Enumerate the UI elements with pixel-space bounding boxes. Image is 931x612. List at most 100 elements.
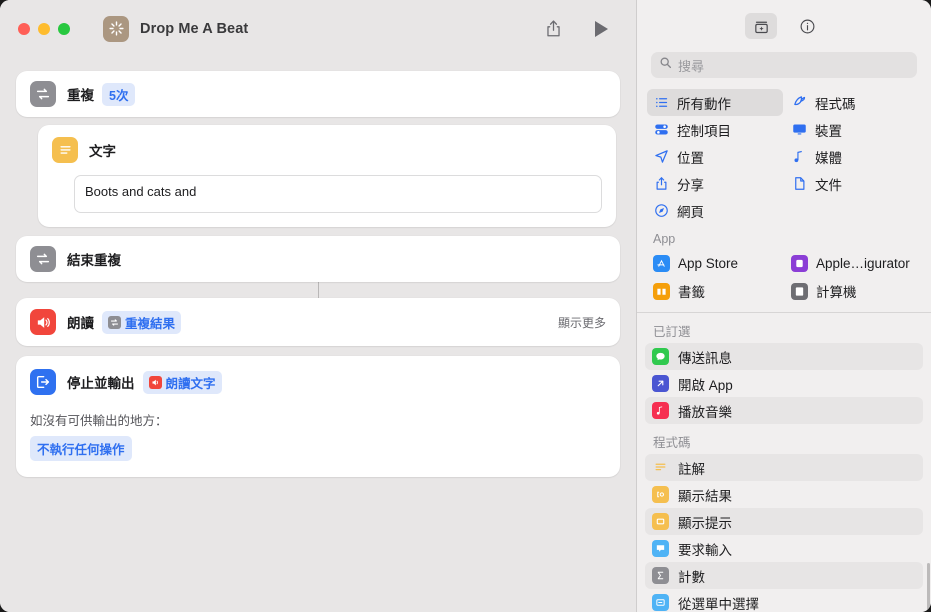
category-label: 位置 xyxy=(677,150,704,166)
category-label: 媒體 xyxy=(815,150,842,166)
repeat-icon xyxy=(108,315,121,329)
workflow-canvas: 重複 5次 文字 Boots and cats and 結束重複 朗讀 重複結果… xyxy=(0,57,636,612)
category-label: 網頁 xyxy=(677,204,704,220)
music-note-icon xyxy=(791,149,807,165)
shortcut-editor-pane: Drop Me A Beat 重複 5次 文字 Boots and cats a… xyxy=(0,0,636,612)
show-alert-icon xyxy=(652,513,669,530)
category-grid: 所有動作 程式碼 控制項目 裝置 位置 媒體 分享 文件 網頁 xyxy=(637,89,931,224)
repeat-count-token[interactable]: 5次 xyxy=(102,82,136,106)
category-label: 裝置 xyxy=(815,123,842,139)
share-icon xyxy=(653,176,669,192)
minimize-button[interactable] xyxy=(38,22,50,35)
category-documents[interactable]: 文件 xyxy=(785,170,921,197)
ask-input-icon xyxy=(652,540,669,557)
sidebar-scrollbar[interactable] xyxy=(926,563,930,612)
stop-output-icon xyxy=(30,369,56,395)
action-item-play-music[interactable]: 播放音樂 xyxy=(645,397,923,424)
action-end-repeat-title: 結束重複 xyxy=(67,253,121,268)
action-item-comment[interactable]: 註解 xyxy=(645,454,923,481)
action-repeat-title: 重複 xyxy=(67,88,94,103)
location-icon xyxy=(653,149,669,165)
text-icon xyxy=(52,137,78,163)
action-item-label: 顯示提示 xyxy=(678,515,732,531)
action-item-choose-from-menu[interactable]: 從選單中選擇 xyxy=(645,589,923,612)
speaker-icon xyxy=(30,309,56,335)
action-library-sidebar: 搜尋 所有動作 程式碼 控制項目 裝置 位置 媒體 分享 文件 網頁 App A… xyxy=(636,0,931,612)
action-speak-title: 朗讀 xyxy=(67,316,94,331)
music-app-icon xyxy=(652,402,669,419)
category-label: 所有動作 xyxy=(677,96,731,112)
app-item-app-store[interactable]: App Store xyxy=(647,249,783,277)
category-label: 程式碼 xyxy=(815,96,856,112)
action-item-send-message[interactable]: 傳送訊息 xyxy=(645,343,923,370)
speaker-icon xyxy=(148,375,162,389)
list-bullet-icon xyxy=(653,95,669,111)
share-button[interactable] xyxy=(538,16,568,42)
action-text[interactable]: 文字 Boots and cats and xyxy=(38,125,616,227)
app-item-calculator[interactable]: 計算機 xyxy=(785,277,921,305)
choose-menu-icon xyxy=(652,594,669,611)
category-scripting[interactable]: 程式碼 xyxy=(785,89,921,116)
count-icon xyxy=(652,567,669,584)
action-item-label: 開啟 App xyxy=(678,377,733,393)
app-item-label: App Store xyxy=(678,255,739,271)
app-grid: App Store Apple…igurator xyxy=(637,249,931,277)
zoom-button[interactable] xyxy=(58,22,70,35)
action-end-repeat[interactable]: 結束重複 xyxy=(16,236,620,282)
category-location[interactable]: 位置 xyxy=(647,143,783,170)
close-button[interactable] xyxy=(18,22,30,35)
run-button[interactable] xyxy=(586,16,616,42)
app-section-title: App xyxy=(653,232,676,246)
repeat-results-token-label: 重複結果 xyxy=(125,316,176,331)
traffic-lights[interactable] xyxy=(18,22,70,35)
search-field[interactable]: 搜尋 xyxy=(651,52,917,78)
app-item-apple-configurator[interactable]: Apple…igurator xyxy=(785,249,921,277)
action-speak-text[interactable]: 朗讀 重複結果 顯示更多 xyxy=(16,298,620,346)
action-stop-and-output[interactable]: 停止並輸出 朗讀文字 如沒有可供輸出的地方： 不執行任何操作 xyxy=(16,356,620,477)
action-item-open-app[interactable]: 開啟 App xyxy=(645,370,923,397)
controls-icon xyxy=(653,122,669,138)
action-item-label: 要求輸入 xyxy=(678,542,732,558)
category-sharing[interactable]: 分享 xyxy=(647,170,783,197)
sidebar-toolbar xyxy=(637,0,931,52)
category-all-actions[interactable]: 所有動作 xyxy=(647,89,783,116)
books-icon xyxy=(653,282,670,300)
action-list-region[interactable]: 已訂選 傳送訊息 開啟 App 播放音樂 程式碼 註解 顯示結果 顯示提示 要求… xyxy=(637,313,931,612)
speak-text-token-label: 朗讀文字 xyxy=(165,376,216,391)
action-item-show-result[interactable]: 顯示結果 xyxy=(645,481,923,508)
action-library-button[interactable] xyxy=(745,13,777,39)
category-web[interactable]: 網頁 xyxy=(647,197,783,224)
category-controls[interactable]: 控制項目 xyxy=(647,116,783,143)
window-title: Drop Me A Beat xyxy=(140,20,249,37)
category-media[interactable]: 媒體 xyxy=(785,143,921,170)
show-result-icon xyxy=(652,486,669,503)
action-repeat[interactable]: 重複 5次 xyxy=(16,71,620,117)
apple-configurator-icon xyxy=(791,254,808,272)
app-grid-clipped: 書籤 計算機 xyxy=(637,277,931,307)
text-input-field[interactable]: Boots and cats and xyxy=(74,175,602,213)
action-item-ask-for-input[interactable]: 要求輸入 xyxy=(645,535,923,562)
repeat-icon xyxy=(30,246,56,272)
repeat-icon xyxy=(30,81,56,107)
action-item-show-alert[interactable]: 顯示提示 xyxy=(645,508,923,535)
action-item-count[interactable]: 計數 xyxy=(645,562,923,589)
speak-text-token[interactable]: 朗讀文字 xyxy=(142,370,222,394)
app-item-books[interactable]: 書籤 xyxy=(647,277,783,305)
stop-output-fallback-token[interactable]: 不執行任何操作 xyxy=(30,436,132,461)
window-titlebar: Drop Me A Beat xyxy=(0,0,636,57)
category-label: 分享 xyxy=(677,177,704,193)
shortcuts-window: Drop Me A Beat 重複 5次 文字 Boots and cats a… xyxy=(0,0,931,612)
repeat-results-token[interactable]: 重複結果 xyxy=(102,310,182,334)
stop-output-sub-label: 如沒有可供輸出的地方： xyxy=(30,414,168,428)
info-button[interactable] xyxy=(791,13,823,39)
action-text-header: 文字 xyxy=(38,125,616,169)
comment-icon xyxy=(652,459,669,476)
app-item-label: 書籤 xyxy=(678,285,705,300)
safari-icon xyxy=(653,203,669,219)
app-item-label: Apple…igurator xyxy=(816,255,910,271)
show-more-button[interactable]: 顯示更多 xyxy=(558,314,606,331)
category-device[interactable]: 裝置 xyxy=(785,116,921,143)
scripting-icon xyxy=(791,95,807,111)
action-repeat-header: 重複 5次 xyxy=(16,71,620,117)
calculator-icon xyxy=(791,282,808,300)
